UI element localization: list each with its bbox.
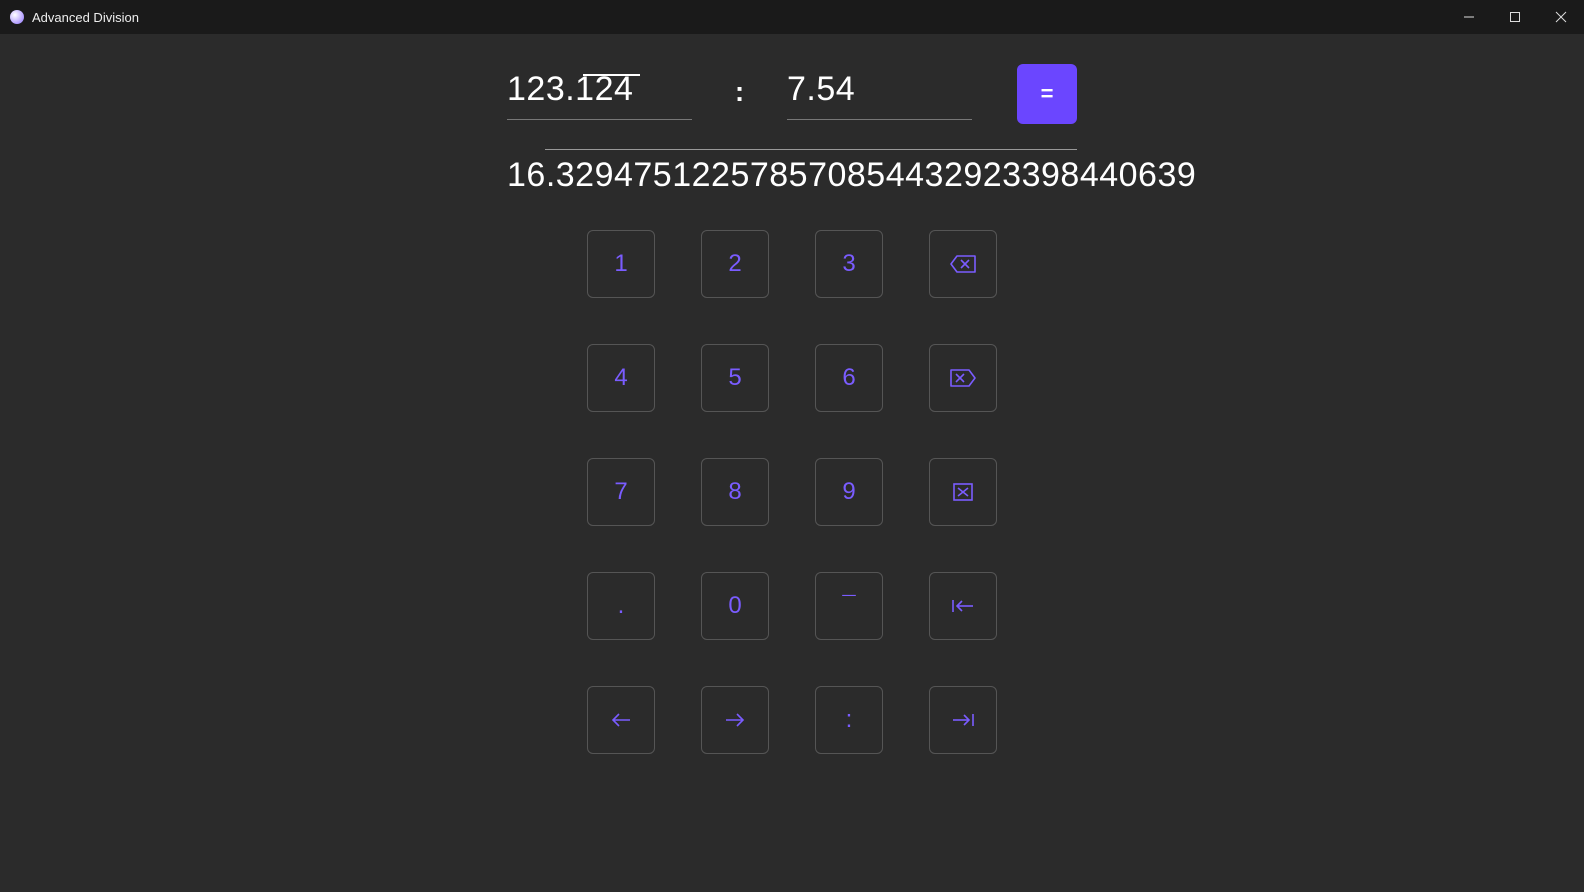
key-0[interactable]: 0 — [701, 572, 769, 640]
maximize-icon — [1509, 11, 1521, 23]
main-area: : = 16.329475122578570854432923398440639… — [0, 34, 1584, 754]
key-8[interactable]: 8 — [701, 458, 769, 526]
arrow-right-icon — [724, 712, 746, 728]
division-operator: : — [692, 64, 787, 108]
minimize-icon — [1463, 11, 1475, 23]
key-1[interactable]: 1 — [587, 230, 655, 298]
key-3[interactable]: 3 — [815, 230, 883, 298]
divisor-input[interactable] — [787, 64, 972, 120]
keypad: 1 2 3 4 5 6 7 8 9 — [587, 230, 997, 754]
arrow-left-to-line-icon — [951, 598, 975, 614]
arrow-right-to-line-icon — [951, 712, 975, 728]
dividend-input[interactable] — [507, 64, 692, 120]
key-5[interactable]: 5 — [701, 344, 769, 412]
key-9[interactable]: 9 — [815, 458, 883, 526]
key-delete[interactable] — [929, 344, 997, 412]
delete-icon — [949, 368, 977, 388]
key-next-field[interactable] — [929, 686, 997, 754]
key-prev-field[interactable] — [929, 572, 997, 640]
key-6[interactable]: 6 — [815, 344, 883, 412]
title-bar: Advanced Division — [0, 0, 1584, 34]
key-left[interactable] — [587, 686, 655, 754]
repeating-overline — [583, 74, 640, 76]
clear-icon — [952, 482, 974, 502]
close-icon — [1555, 11, 1567, 23]
result-value: 16.329475122578570854432923398440639 — [507, 156, 1077, 195]
result-divider — [545, 149, 1077, 150]
dividend-field-wrap — [507, 64, 692, 120]
key-2[interactable]: 2 — [701, 230, 769, 298]
backspace-icon — [949, 254, 977, 274]
app-icon — [10, 10, 24, 24]
close-button[interactable] — [1538, 0, 1584, 34]
key-dot[interactable]: . — [587, 572, 655, 640]
minimize-button[interactable] — [1446, 0, 1492, 34]
arrow-left-icon — [610, 712, 632, 728]
result-block: 16.329475122578570854432923398440639 — [507, 149, 1077, 195]
input-row: : = — [507, 64, 1077, 124]
key-colon[interactable]: : — [815, 686, 883, 754]
equals-button[interactable]: = — [1017, 64, 1077, 124]
window-title: Advanced Division — [32, 10, 139, 25]
key-right[interactable] — [701, 686, 769, 754]
key-4[interactable]: 4 — [587, 344, 655, 412]
window-controls — [1446, 0, 1584, 34]
key-clear[interactable] — [929, 458, 997, 526]
key-macron[interactable]: ¯ — [815, 572, 883, 640]
divisor-field-wrap — [787, 64, 972, 120]
key-7[interactable]: 7 — [587, 458, 655, 526]
maximize-button[interactable] — [1492, 0, 1538, 34]
key-backspace[interactable] — [929, 230, 997, 298]
title-bar-left: Advanced Division — [10, 10, 139, 25]
